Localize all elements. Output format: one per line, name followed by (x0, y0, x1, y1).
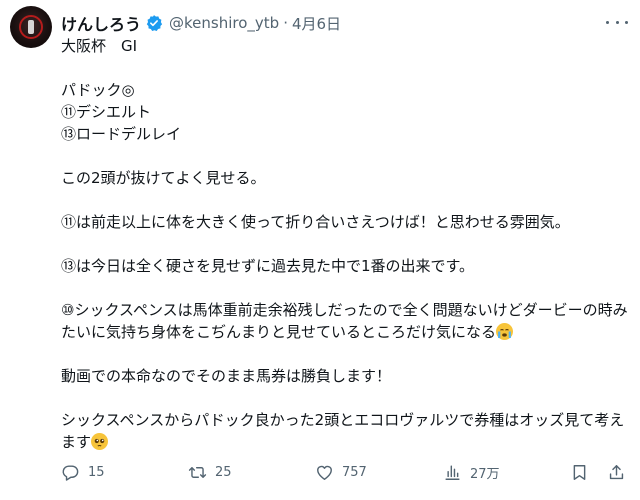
tweet-card: けんしろう @kenshiro_ytb · 4月6日 大阪杯 GI パドック◎ … (0, 0, 640, 500)
avatar[interactable] (10, 6, 52, 48)
retweet-icon (188, 466, 207, 478)
retweet-count: 25 (215, 464, 232, 480)
reply-count: 15 (88, 464, 105, 480)
tweet-date[interactable]: 4月6日 (292, 13, 341, 34)
text-line: パドック◎ (61, 81, 135, 99)
like-count: 757 (342, 464, 367, 480)
heart-icon (317, 465, 332, 480)
reply-icon (62, 464, 79, 481)
display-name[interactable]: けんしろう (61, 11, 141, 35)
bookmark-icon (573, 464, 586, 480)
text-line: ⑪は前走以上に体を大きく使って折り合いさえつけば！と思わせる雰囲気。 (61, 213, 570, 231)
share-icon (609, 464, 624, 479)
bookmark-button[interactable] (570, 463, 589, 482)
pleading-face-icon (91, 433, 109, 450)
more-options-icon[interactable] (606, 13, 628, 31)
reply-button[interactable]: 15 (61, 463, 105, 482)
user-handle[interactable]: @kenshiro_ytb (169, 14, 279, 32)
tweet-actions: 15 25 757 27万 (61, 460, 631, 484)
views-button[interactable]: 27万 (443, 463, 500, 482)
view-count: 27万 (470, 466, 500, 482)
like-button[interactable]: 757 (315, 463, 367, 482)
text-line: 動画での本命なのでそのまま馬券は勝負します！ (61, 367, 392, 385)
share-button[interactable] (607, 463, 626, 482)
tweet-header: けんしろう @kenshiro_ytb · 4月6日 (61, 11, 341, 35)
text-line: ⑬ロードデルレイ (61, 125, 182, 143)
retweet-button[interactable]: 25 (188, 463, 232, 482)
text-line: ⑬は今日は全く硬さを見せずに過去見た中で1番の出来です。 (61, 257, 475, 275)
text-line: 大阪杯 GI (61, 37, 138, 55)
bar-chart-icon (445, 464, 460, 480)
avatar-emblem (19, 15, 43, 39)
tweet-text: 大阪杯 GI パドック◎ ⑪デシエルト ⑬ロードデルレイ この2頭が抜けてよく見… (61, 35, 629, 453)
header-separator: · (283, 14, 288, 32)
text-line: シックスペンスからパドック良かった2頭とエコロヴァルツで券種はオッズ見て考えます (61, 411, 625, 451)
text-line: ⑪デシエルト (61, 103, 152, 121)
text-line: この2頭が抜けてよく見せる。 (61, 169, 266, 187)
crying-face-icon (496, 323, 514, 340)
verified-badge-icon (145, 14, 163, 32)
text-line: ⑩シックスペンスは馬体重前走余裕残しだったので全く問題ないけどダービーの時みたい… (61, 301, 628, 341)
